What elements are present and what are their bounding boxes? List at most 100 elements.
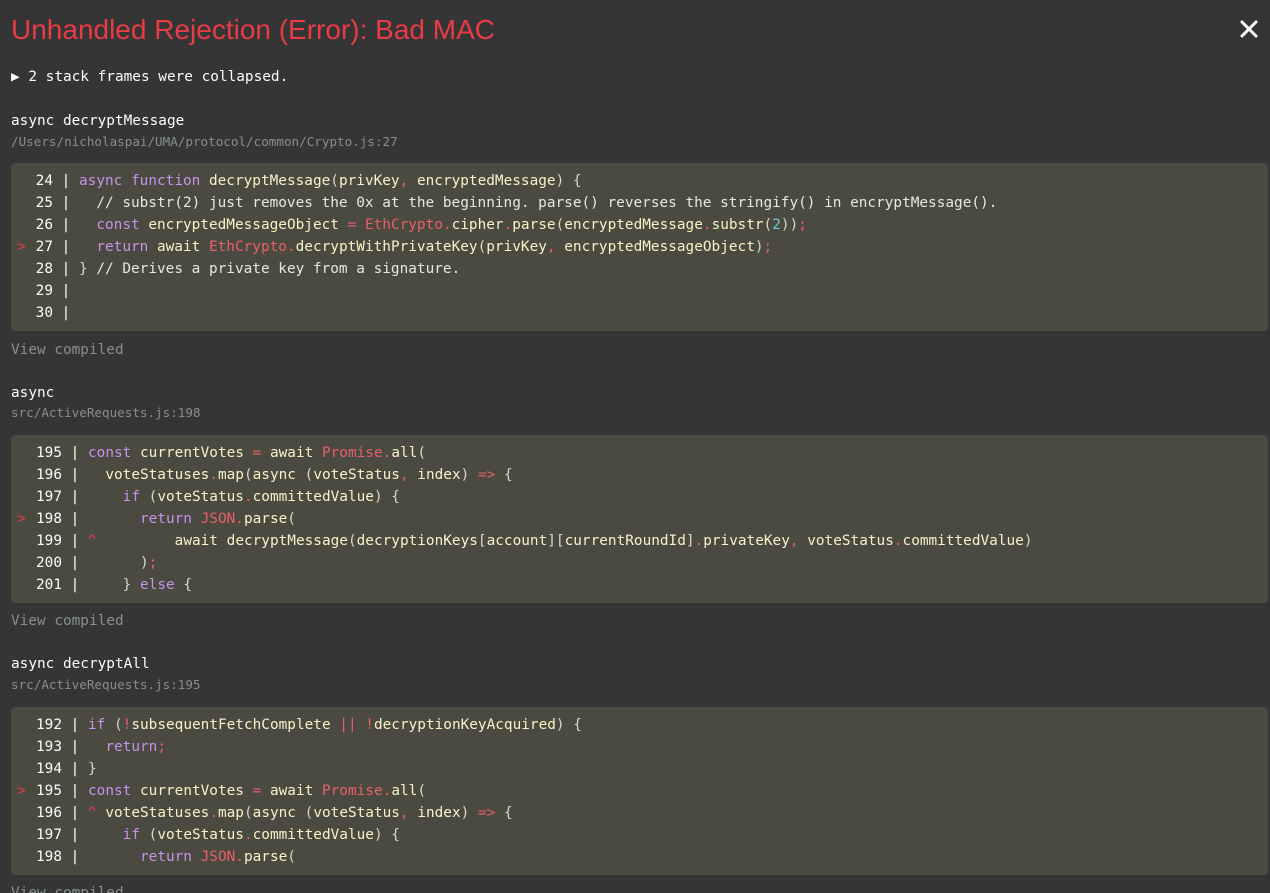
gutter-separator: |	[53, 217, 79, 233]
code-token: .	[243, 489, 253, 505]
code-token: {	[391, 489, 400, 505]
source-code: async function decryptMessage(privKey, e…	[79, 170, 582, 192]
code-token: committedValue	[902, 533, 1024, 549]
gutter-separator: |	[62, 805, 88, 821]
code-line: 198 | return JSON.parse(	[11, 846, 1268, 868]
code-token: substr	[711, 217, 764, 233]
code-line: 28 | } // Derives a private key from a s…	[11, 258, 1268, 280]
code-token: (	[243, 805, 253, 821]
gutter-separator: |	[53, 305, 79, 321]
code-token: )	[460, 805, 470, 821]
code-token: (	[417, 445, 426, 461]
source-code: // substr(2) just removes the 0x at the …	[79, 192, 997, 214]
line-number: 197	[36, 489, 62, 505]
code-token: JSON	[200, 511, 236, 527]
code-token: ,	[399, 467, 409, 483]
line-number: 29	[35, 283, 53, 299]
code-line: 196 | ^ voteStatuses.map(async (voteStat…	[11, 802, 1268, 824]
code-token: ||	[339, 717, 357, 733]
gutter-separator: |	[62, 717, 88, 733]
code-token: parse	[512, 217, 556, 233]
code-token: decryptWithPrivateKey	[295, 239, 478, 255]
stack-frame-function: async	[11, 385, 55, 401]
code-token: else	[140, 577, 175, 593]
highlight-marker	[11, 824, 29, 846]
code-token: if	[122, 827, 140, 843]
code-token: subsequentFetchComplete	[131, 717, 331, 733]
view-compiled-link[interactable]: View compiled	[11, 340, 124, 360]
code-token: }	[79, 261, 88, 277]
code-token: =>	[477, 805, 496, 821]
source-code: );	[88, 552, 157, 574]
close-icon[interactable]	[1236, 16, 1262, 42]
code-token: (	[304, 467, 314, 483]
code-token: await	[174, 533, 218, 549]
gutter-separator: |	[62, 445, 88, 461]
code-token: return	[139, 849, 192, 865]
gutter-separator: |	[62, 577, 88, 593]
code-token: const	[96, 217, 140, 233]
collapsed-frames-toggle[interactable]: ▶ 2 stack frames were collapsed.	[11, 67, 288, 87]
code-line: 193 | return;	[11, 736, 1268, 758]
highlight-marker	[11, 802, 29, 824]
code-token: account	[486, 533, 548, 549]
code-token: (	[330, 173, 339, 189]
code-token: .	[243, 827, 253, 843]
gutter-separator: |	[62, 511, 88, 527]
highlight-marker	[11, 758, 29, 780]
code-token: encryptedMessageObject	[564, 239, 755, 255]
code-token: ,	[399, 173, 409, 189]
gutter-separator: |	[53, 173, 79, 189]
code-token: encryptedMessage	[564, 217, 703, 233]
code-token: {	[573, 717, 582, 733]
code-line: >195 | const currentVotes = await Promis…	[11, 780, 1268, 802]
line-number: 195	[36, 445, 62, 461]
code-token: async	[252, 467, 296, 483]
highlight-marker	[11, 736, 29, 758]
stack-frame-file: src/ActiveRequests.js:198	[11, 405, 201, 420]
code-token: 2	[772, 217, 781, 233]
code-token: async	[79, 173, 123, 189]
code-token: voteStatuses	[105, 467, 210, 483]
gutter-separator: |	[62, 467, 88, 483]
line-number: 198	[36, 511, 62, 527]
code-line: 24 | async function decryptMessage(privK…	[11, 170, 1268, 192]
highlight-marker: >	[17, 239, 26, 255]
stack-frame-function: async decryptAll	[11, 656, 150, 672]
view-compiled-link[interactable]: View compiled	[11, 883, 124, 893]
code-token: (	[763, 217, 773, 233]
code-token: ,	[399, 805, 409, 821]
code-token: (	[243, 467, 253, 483]
highlight-marker	[11, 280, 29, 302]
code-token: map	[217, 467, 244, 483]
code-token: voteStatus	[157, 827, 244, 843]
code-token: parse	[243, 511, 288, 527]
highlight-marker	[11, 192, 29, 214]
code-token: encryptedMessageObject	[148, 217, 339, 233]
code-token: decryptMessage	[208, 173, 331, 189]
code-token: ;	[763, 239, 773, 255]
code-token: return	[105, 739, 158, 755]
view-compiled-link[interactable]: View compiled	[11, 611, 124, 631]
code-token: async	[252, 805, 296, 821]
source-code: return await EthCrypto.decryptWithPrivat…	[79, 236, 772, 258]
code-token: ]	[547, 533, 556, 549]
